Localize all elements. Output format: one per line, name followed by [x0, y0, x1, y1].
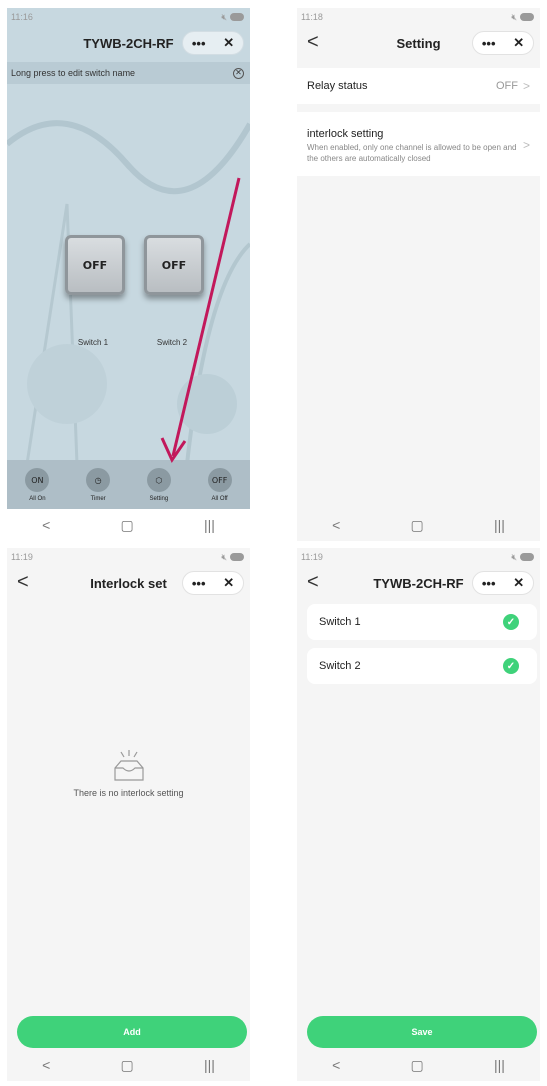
interlock-set-screen: 11:19 🔇︎ < Interlock set ••• ✕ There is …	[7, 548, 250, 1081]
nav-home-button[interactable]: ▢	[121, 517, 134, 534]
status-icons: 🔇︎	[511, 12, 534, 23]
mute-icon: 🔇︎	[511, 11, 517, 22]
page-title: TYWB-2CH-RF	[373, 575, 464, 591]
mini-app-capsule: ••• ✕	[472, 31, 534, 55]
interlock-select-screen: 11:19 🔇︎ < TYWB-2CH-RF ••• ✕ Switch 1 ✓ …	[297, 548, 540, 1081]
status-icons: 🔇︎	[221, 552, 244, 563]
mini-app-capsule: ••• ✕	[472, 571, 534, 595]
nav-home-button[interactable]: ▢	[121, 1057, 134, 1074]
status-icons: 🔇︎	[511, 552, 534, 563]
nav-home-button[interactable]: ▢	[411, 517, 424, 534]
annotation-arrow	[160, 177, 241, 464]
status-bar: 11:18 🔇︎	[297, 8, 540, 26]
status-bar: 11:19 🔇︎	[7, 548, 250, 566]
battery-icon	[520, 553, 534, 561]
nav-back-button[interactable]: <	[332, 1057, 340, 1073]
empty-state-text: There is no interlock setting	[73, 788, 184, 798]
more-button[interactable]: •••	[192, 576, 206, 591]
list-item-label: Switch 1	[319, 616, 361, 628]
mute-icon: 🔇︎	[511, 551, 517, 562]
more-button[interactable]: •••	[482, 576, 496, 591]
page-title: Setting	[396, 35, 441, 51]
empty-tray-icon	[114, 750, 144, 781]
list-item-switch-2[interactable]: Switch 2 ✓	[307, 648, 537, 684]
setting-screen: 11:18 🔇︎ < Setting ••• ✕ Relay status OF…	[297, 8, 540, 541]
status-time: 11:19	[301, 552, 323, 562]
nav-back-button[interactable]: <	[42, 1057, 50, 1073]
status-bar: 11:19 🔇︎	[297, 548, 540, 566]
android-nav-bar: < ▢ |||	[297, 1049, 540, 1081]
android-nav-bar: < ▢ |||	[7, 509, 250, 541]
nav-recents-button[interactable]: |||	[494, 517, 505, 533]
screenshot-grid: 11:16 🔇︎ TYWB-2CH-RF ••• ✕ Long press to…	[0, 0, 547, 1086]
interlock-setting-description: When enabled, only one channel is allowe…	[307, 143, 517, 163]
battery-icon	[230, 553, 244, 561]
title-bar: < Setting ••• ✕	[297, 28, 540, 58]
title-bar: < Interlock set ••• ✕	[7, 568, 250, 598]
status-time: 11:18	[301, 12, 323, 22]
chevron-right-icon: >	[522, 79, 530, 93]
list-item-label: Switch 2	[319, 660, 361, 672]
close-button[interactable]: ✕	[513, 575, 524, 591]
nav-recents-button[interactable]: |||	[204, 1057, 215, 1073]
interlock-setting-row[interactable]: interlock setting When enabled, only one…	[297, 112, 540, 176]
status-time: 11:19	[11, 552, 33, 562]
relay-status-row[interactable]: Relay status OFF >	[297, 68, 540, 104]
checkmark-icon[interactable]: ✓	[503, 614, 519, 630]
switch-control-screen: 11:16 🔇︎ TYWB-2CH-RF ••• ✕ Long press to…	[7, 8, 250, 541]
nav-recents-button[interactable]: |||	[494, 1057, 505, 1073]
nav-recents-button[interactable]: |||	[204, 517, 215, 533]
more-button[interactable]: •••	[482, 36, 496, 51]
save-button[interactable]: Save	[307, 1016, 537, 1048]
page-title: Interlock set	[90, 575, 167, 591]
interlock-setting-label: interlock setting	[307, 128, 384, 140]
nav-home-button[interactable]: ▢	[411, 1057, 424, 1074]
android-nav-bar: < ▢ |||	[7, 1049, 250, 1081]
title-bar: < TYWB-2CH-RF ••• ✕	[297, 568, 540, 598]
back-button[interactable]: <	[17, 572, 29, 592]
add-button[interactable]: Add	[17, 1016, 247, 1048]
back-button[interactable]: <	[307, 572, 319, 592]
close-button[interactable]: ✕	[513, 35, 524, 51]
nav-back-button[interactable]: <	[332, 517, 340, 533]
mute-icon: 🔇︎	[221, 551, 227, 562]
nav-back-button[interactable]: <	[42, 517, 50, 533]
relay-status-value: OFF	[496, 80, 518, 92]
back-button[interactable]: <	[307, 32, 319, 52]
checkmark-icon[interactable]: ✓	[503, 658, 519, 674]
relay-status-label: Relay status	[307, 80, 368, 92]
chevron-right-icon: >	[522, 138, 530, 152]
battery-icon	[520, 13, 534, 21]
android-nav-bar: < ▢ |||	[297, 509, 540, 541]
list-item-switch-1[interactable]: Switch 1 ✓	[307, 604, 537, 640]
close-button[interactable]: ✕	[223, 575, 234, 591]
mini-app-capsule: ••• ✕	[182, 571, 244, 595]
